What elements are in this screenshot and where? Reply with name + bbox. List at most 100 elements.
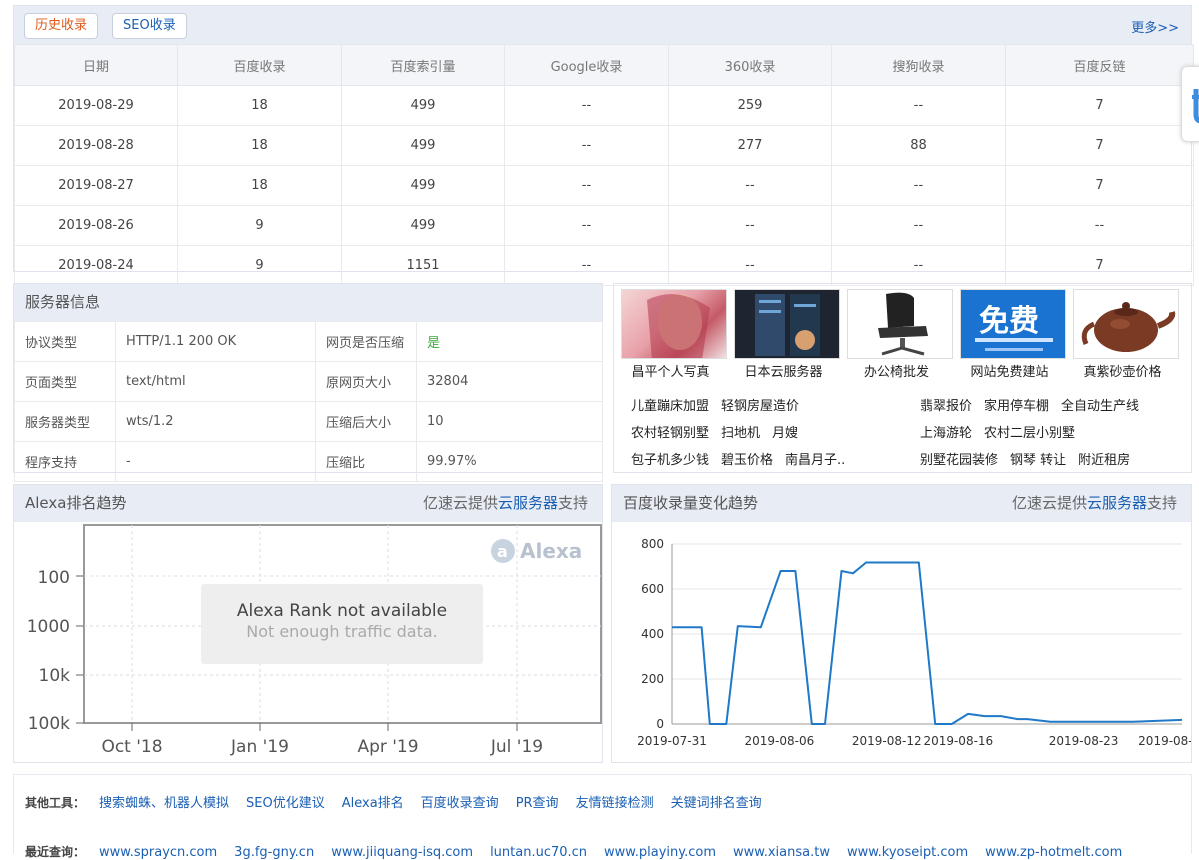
table-row: 2019-08-29 18 499 -- 259 -- 7 — [14, 85, 1194, 126]
alexa-na-subtitle: Not enough traffic data. — [246, 622, 438, 641]
tool-link[interactable]: PR查询 — [516, 796, 559, 811]
server-info-table: 协议类型 HTTP/1.1 200 OK 网页是否压缩是页面类型 text/html 原… — [14, 321, 603, 482]
cloud-server-link[interactable]: 云服务器 — [498, 494, 558, 512]
table-cell: 2019-08-29 — [14, 85, 178, 126]
table-cell: 2019-08-27 — [14, 165, 178, 206]
ad-link[interactable]: 附近租房 — [1078, 453, 1130, 468]
x-tick-label: 2019-08-12 — [852, 734, 922, 748]
ad-link[interactable]: 别墅花园装修 — [920, 453, 998, 468]
portrait-photo-thumb[interactable] — [621, 289, 727, 359]
alexa-chart: a Alexa Alexa Rank not available Not eno… — [27, 524, 602, 757]
ad-link[interactable]: 南昌月子.. — [785, 453, 845, 468]
tool-link[interactable]: 3g.fg-gny.cn — [234, 845, 314, 860]
server-rack-thumb[interactable] — [734, 289, 840, 359]
tool-link[interactable]: 友情链接检测 — [576, 796, 654, 811]
info-row: 服务器类型 wts/1.2 压缩后大小 10 — [14, 401, 603, 442]
tab-seo-index[interactable]: SEO收录 — [112, 13, 187, 39]
info-label: 页面类型 — [14, 361, 116, 402]
info-value: text/html — [115, 361, 316, 402]
info-label: 网页是否压缩 — [315, 321, 417, 362]
tab-history-index[interactable]: 历史收录 — [24, 13, 99, 39]
table-cell: 1151 — [341, 245, 505, 286]
ad-caption-link[interactable]: 网站免费建站 — [953, 361, 1066, 380]
ad-link[interactable]: 轻钢房屋造价 — [721, 399, 799, 414]
ad-link-row: 翡翠报价 家用停车棚 全自动生产线 — [920, 395, 1151, 414]
ad-caption-link[interactable]: 真紫砂壶价格 — [1066, 361, 1179, 380]
info-row: 程序支持 - 压缩比 99.97% — [14, 441, 603, 482]
ad-caption-link[interactable]: 办公椅批发 — [840, 361, 953, 380]
recent-queries-row: 最近查询： www.spraycn.com 3g.fg-gny.cn www.jiiq… — [25, 843, 1139, 860]
tool-link[interactable]: www.xiansa.tw — [733, 845, 830, 860]
table-row: 2019-08-26 9 499 -- -- -- -- — [14, 205, 1194, 246]
table-cell: -- — [831, 245, 1006, 286]
alexa-x-tick: Oct '18 — [101, 737, 162, 757]
ad-link[interactable]: 钢琴 转让 — [1010, 453, 1066, 468]
info-value: - — [115, 441, 316, 482]
table-cell: -- — [504, 85, 669, 126]
tool-link[interactable]: www.kyoseipt.com — [847, 845, 968, 860]
y-tick-label: 400 — [641, 627, 664, 641]
baidu-trend-sponsor: 亿速云提供云服务器支持 — [1012, 485, 1177, 522]
history-header: 历史收录 SEO收录 更多>> — [14, 6, 1191, 44]
history-panel: 历史收录 SEO收录 更多>> 日期 百度收录 百度索引量 Google收录 360收录… — [13, 5, 1194, 286]
table-cell: -- — [504, 245, 669, 286]
office-chair-thumb[interactable] — [847, 289, 953, 359]
tool-link[interactable]: luntan.uc70.cn — [490, 845, 587, 860]
ad-caption-link[interactable]: 昌平个人写真 — [614, 361, 727, 380]
ad-link[interactable]: 农村轻钢别墅 — [631, 426, 709, 441]
info-value: wts/1.2 — [115, 401, 316, 442]
ad-link-row: 儿童蹦床加盟 轻钢房屋造价 — [631, 395, 811, 414]
tool-link[interactable]: www.spraycn.com — [99, 845, 217, 860]
ad-link[interactable]: 全自动生产线 — [1061, 399, 1139, 414]
tool-link[interactable]: 百度收录查询 — [421, 796, 499, 811]
tool-link[interactable]: SEO优化建议 — [246, 796, 325, 811]
info-value: 99.97% — [416, 441, 603, 482]
alexa-title-bar: Alexa排名趋势 亿速云提供云服务器支持 — [14, 485, 602, 522]
tool-link[interactable]: www.playiny.com — [604, 845, 716, 860]
table-cell: -- — [504, 165, 669, 206]
table-cell: -- — [831, 205, 1006, 246]
free-website-banner-thumb[interactable]: 免费 — [960, 289, 1066, 359]
more-link[interactable]: 更多>> — [1131, 17, 1179, 36]
ad-link[interactable]: 扫地机 — [721, 426, 760, 441]
sponsor-prefix: 亿速云提供 — [1011, 494, 1087, 512]
ad-link[interactable]: 儿童蹦床加盟 — [631, 399, 709, 414]
ad-link[interactable]: 月嫂 — [772, 426, 798, 441]
ad-link[interactable]: 家用停车棚 — [984, 399, 1049, 414]
baidu-trend-title-bar: 百度收录量变化趋势 亿速云提供云服务器支持 — [612, 485, 1191, 522]
alexa-y-tick: 100 — [38, 568, 70, 588]
tool-link[interactable]: www.zp-hotmelt.com — [985, 845, 1122, 860]
info-value: 32804 — [416, 361, 603, 402]
floating-widget[interactable] — [1181, 66, 1199, 142]
table-cell: 7 — [1005, 125, 1194, 166]
info-label: 协议类型 — [14, 321, 116, 362]
alexa-logo: a Alexa — [491, 539, 582, 563]
ad-link[interactable]: 农村二层小别墅 — [984, 426, 1075, 441]
ad-link[interactable]: 翡翠报价 — [920, 399, 972, 414]
column-header: 百度反链 — [1005, 44, 1194, 86]
x-tick-label: 2019-08-06 — [744, 734, 814, 748]
table-cell: 499 — [341, 205, 505, 246]
tools-panel: 其他工具： 搜索蜘蛛、机器人模拟 SEO优化建议 Alexa排名 百度收录查询 PR查询 友… — [13, 774, 1192, 860]
ad-link[interactable]: 包子机多少钱 — [631, 453, 709, 468]
tool-link[interactable]: Alexa排名 — [342, 796, 404, 811]
tool-link[interactable]: 关键词排名查询 — [671, 796, 762, 811]
info-label: 程序支持 — [14, 441, 116, 482]
ad-link[interactable]: 上海游轮 — [920, 426, 972, 441]
ad-caption-link[interactable]: 日本云服务器 — [727, 361, 840, 380]
ad-link-row: 包子机多少钱 碧玉价格 南昌月子.. — [631, 449, 857, 468]
info-value: HTTP/1.1 200 OK — [115, 321, 316, 362]
tool-link[interactable]: www.jiiquang-isq.com — [331, 845, 473, 860]
table-cell: 18 — [177, 85, 342, 126]
info-value: 是 — [416, 321, 603, 362]
alexa-na-title: Alexa Rank not available — [237, 601, 447, 621]
info-value: 10 — [416, 401, 603, 442]
info-label: 压缩比 — [315, 441, 417, 482]
tool-link[interactable]: 搜索蜘蛛、机器人模拟 — [99, 796, 229, 811]
free-banner-text: 免费 — [979, 304, 1039, 339]
table-cell: 259 — [668, 85, 832, 126]
ad-link[interactable]: 碧玉价格 — [721, 453, 773, 468]
teapot-thumb[interactable] — [1073, 289, 1179, 359]
cloud-server-link[interactable]: 云服务器 — [1087, 494, 1147, 512]
table-row: 2019-08-27 18 499 -- -- -- 7 — [14, 165, 1194, 206]
